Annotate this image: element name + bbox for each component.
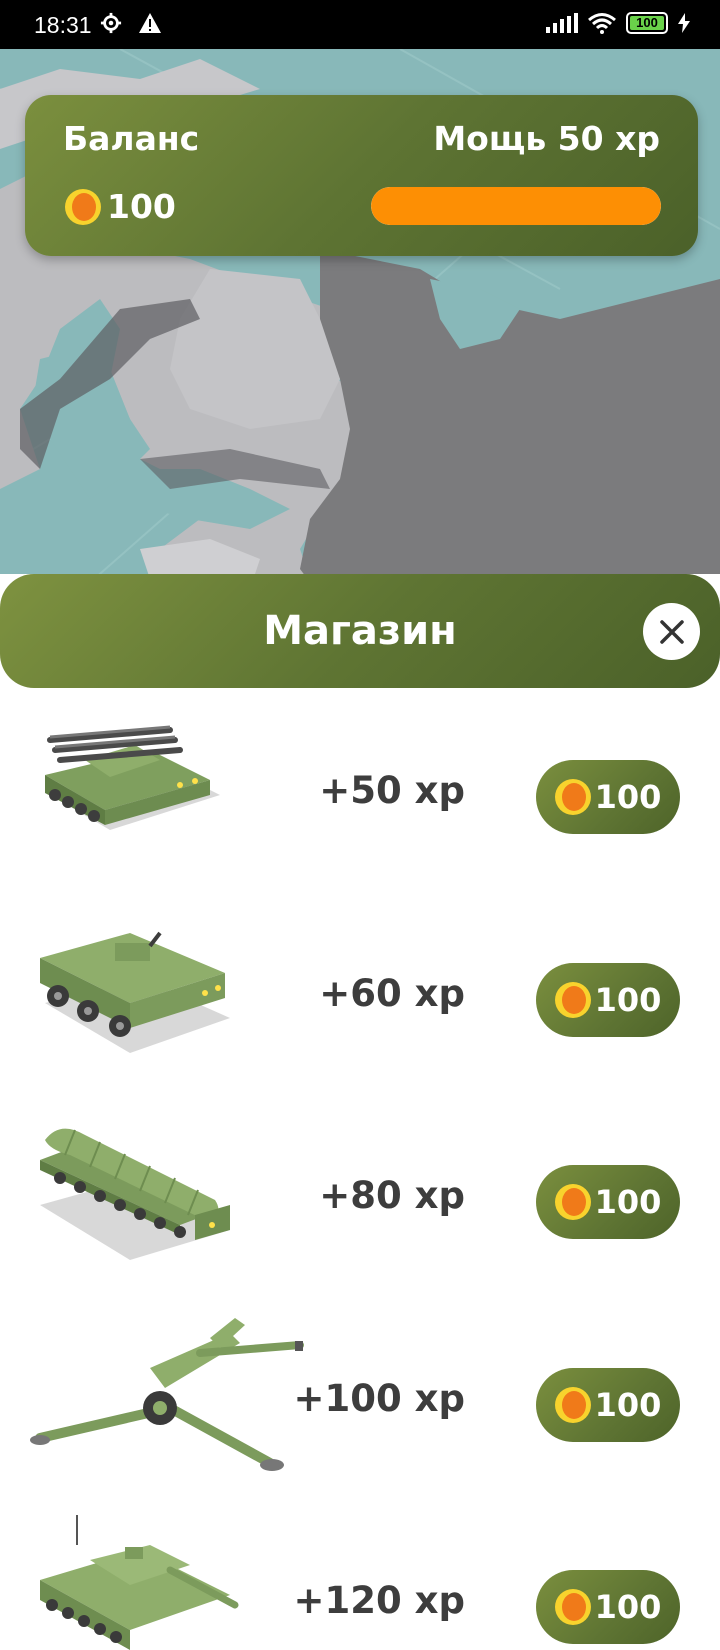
shop-item: +60 xp 100: [0, 908, 720, 1110]
balance-title: Баланс: [63, 119, 200, 158]
balance-coins: 100: [65, 187, 176, 226]
shop-item: +80 xp 100: [0, 1110, 720, 1312]
buy-button[interactable]: 100: [536, 963, 680, 1037]
buy-price: 100: [594, 1183, 662, 1221]
item-power: +80 xp: [319, 1174, 465, 1217]
tank-icon: [30, 1515, 250, 1650]
buy-price: 100: [594, 1588, 662, 1626]
coin-icon: [65, 188, 101, 225]
item-power: +50 xp: [319, 769, 465, 812]
buy-button[interactable]: 100: [536, 1570, 680, 1644]
coin-icon: [554, 1184, 591, 1220]
buy-button[interactable]: 100: [536, 760, 680, 834]
balance-amount: 100: [107, 187, 176, 226]
power-label: Мощь 50 xp: [433, 119, 660, 158]
coin-icon: [554, 779, 591, 815]
shop-item: +120 xp 100: [0, 1515, 720, 1650]
balance-panel: Баланс Мощь 50 xp 100: [25, 95, 698, 256]
coin-icon: [554, 982, 591, 1018]
missile-transporter-truck-icon: [30, 1110, 250, 1280]
coin-icon: [554, 1387, 591, 1423]
close-icon: [659, 619, 684, 644]
shop-panel: Магазин +50 xp 100 +60 xp 100 +80 xp 100…: [0, 574, 720, 1650]
signal-icon: [546, 13, 578, 33]
charging-icon: [678, 13, 690, 33]
buy-button[interactable]: 100: [536, 1165, 680, 1239]
shop-header: Магазин: [0, 574, 720, 688]
power-progress-bar: [371, 187, 661, 225]
armored-personnel-carrier-icon: [30, 908, 250, 1078]
howitzer-cannon-icon: [30, 1313, 310, 1483]
item-power: +120 xp: [293, 1579, 465, 1622]
power-progress-fill: [371, 187, 661, 225]
warning-icon: [139, 13, 161, 33]
shop-item: +50 xp 100: [0, 705, 720, 907]
buy-price: 100: [594, 1386, 662, 1424]
coin-icon: [554, 1589, 591, 1625]
shop-title: Магазин: [263, 608, 457, 654]
shop-item: +100 xp 100: [0, 1313, 720, 1515]
status-time: 18:31: [34, 12, 92, 38]
status-bar: 18:31 100: [0, 0, 720, 49]
buy-price: 100: [594, 778, 662, 816]
battery-level: 100: [636, 15, 658, 30]
close-button[interactable]: [643, 603, 700, 660]
battery-icon: 100: [626, 12, 668, 34]
item-power: +100 xp: [293, 1377, 465, 1420]
wifi-icon: [588, 13, 616, 34]
settings-gear-icon: [100, 12, 122, 34]
buy-price: 100: [594, 981, 662, 1019]
buy-button[interactable]: 100: [536, 1368, 680, 1442]
missile-launcher-vehicle-icon: [30, 705, 250, 875]
item-power: +60 xp: [319, 972, 465, 1015]
